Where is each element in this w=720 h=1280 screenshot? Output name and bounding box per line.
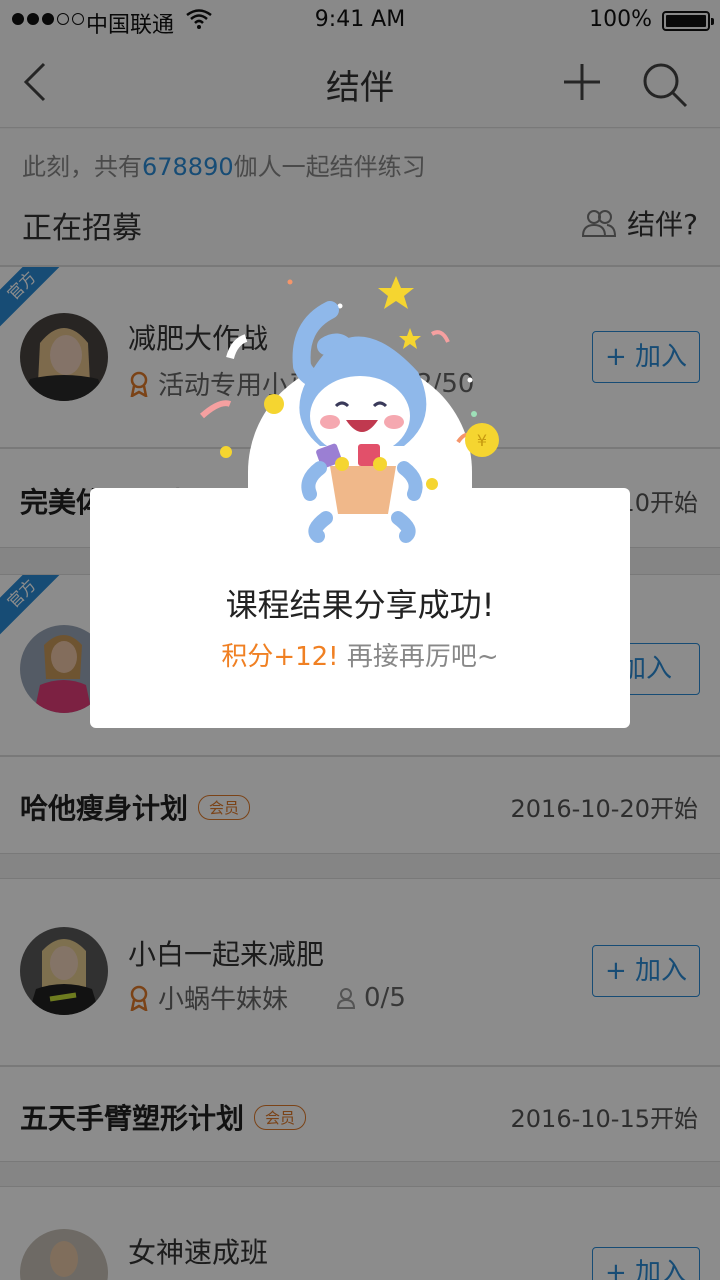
points-earned: 积分+12!: [221, 642, 339, 672]
svg-text:¥: ¥: [477, 431, 487, 450]
encourage-text: 再接再厉吧~: [346, 642, 499, 672]
mascot-celebration-icon: ¥: [200, 276, 499, 543]
dialog-title: 课程结果分享成功!: [225, 586, 495, 624]
dialog-subtitle: 积分+12! 再接再厉吧~: [90, 636, 630, 673]
